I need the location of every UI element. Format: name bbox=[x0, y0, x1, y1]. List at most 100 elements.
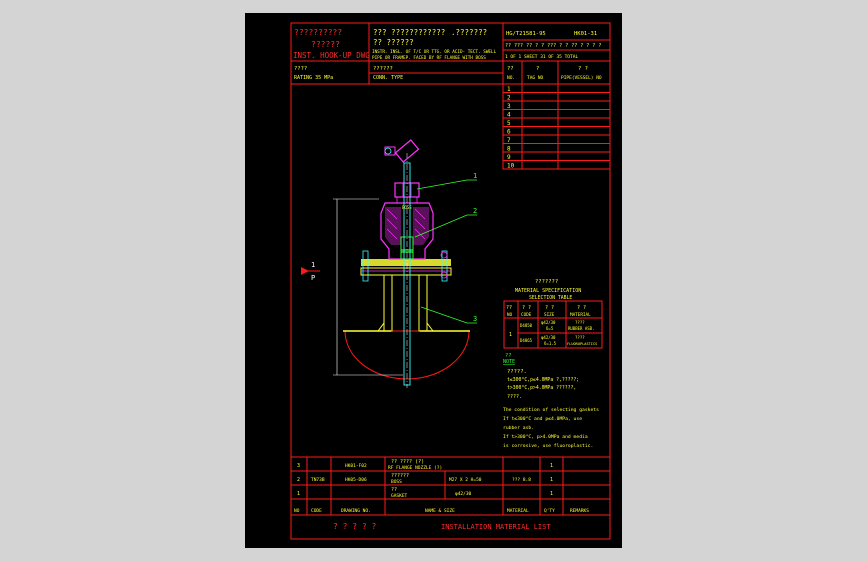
flange-upper bbox=[361, 259, 451, 266]
tag-row-number: 4 bbox=[507, 112, 511, 119]
note-head: NOTE bbox=[503, 359, 515, 365]
spec-r2-size: φ42/30 bbox=[541, 335, 556, 340]
std-no: HG/T21581-95 bbox=[506, 31, 546, 37]
leader-1 bbox=[416, 179, 477, 190]
bom-r1-name: GASKET bbox=[391, 493, 408, 499]
note-q-3: ????. bbox=[507, 394, 522, 400]
tag-row-number: 5 bbox=[507, 120, 511, 127]
note-en-1: If t≤300°C and p≤4.0MPa, use bbox=[503, 416, 582, 422]
spec-r2-size-b: δ=1.5 bbox=[544, 341, 557, 346]
spec-r2-code: D4865 bbox=[520, 338, 533, 343]
desc-q: ??? ???????????? bbox=[373, 28, 445, 37]
bom-r3-no: 3 bbox=[297, 463, 300, 469]
spec-r1-size: φ42/30 bbox=[541, 320, 556, 325]
spec-h-1: CODE bbox=[521, 312, 532, 318]
flange-lower bbox=[360, 267, 452, 276]
bom-r2-no: 2 bbox=[297, 477, 300, 483]
spec-r1-mat-b: RUBBER ASB. bbox=[568, 326, 595, 331]
bom-r2-mat: ??? 8.8 bbox=[512, 477, 531, 483]
bom-r2-code: TN73B bbox=[311, 477, 325, 483]
dwg-no: HK01-31 bbox=[574, 31, 597, 37]
bom-r3-name: RF FLANGE NOZZLE (?) bbox=[388, 465, 442, 471]
tag-row-number: 9 bbox=[507, 154, 511, 161]
tag-row-number: 7 bbox=[507, 137, 511, 144]
spec-h-3: MATERIAL bbox=[570, 312, 591, 318]
bom-table: 3 HK01-F02 ?? ???? (?) RF FLANGE NOZZLE … bbox=[290, 456, 611, 540]
bom-r1-no: 1 bbox=[297, 491, 300, 497]
bom-r3-name-q: ?? ???? (?) bbox=[391, 459, 424, 465]
tag-row-number: 8 bbox=[507, 146, 511, 153]
bom-r2-qty: 1 bbox=[550, 477, 553, 483]
tag-hq-2: ? ? bbox=[578, 66, 588, 72]
desc-line1: INSTR. INSL. OF T/C OR TTG. OR ACID- TEC… bbox=[372, 49, 497, 55]
bom-h-name: NAME & SIZE bbox=[425, 508, 455, 514]
instrument-drawing: BOSS 1 2 3 1 P bbox=[301, 139, 477, 388]
conn-type: CONN. TYPE bbox=[373, 75, 403, 81]
tag-h-0: NO. bbox=[507, 75, 515, 81]
bom-h-remarks: REMARKS bbox=[570, 508, 589, 514]
conn-q: ?????? bbox=[373, 66, 393, 72]
note-en-3: If t>300°C, p>4.0MPa and media bbox=[503, 434, 588, 440]
tag-hq-0: ?? bbox=[507, 66, 514, 72]
drawing-sheet: ?????????? ?????? INST. HOOK-UP DWG ??? … bbox=[245, 13, 622, 548]
leader-3 bbox=[420, 306, 477, 324]
bom-r2-size: M27 X 2 H=50 bbox=[449, 477, 482, 483]
drawing-type: INST. HOOK-UP DWG bbox=[293, 51, 370, 60]
desc-q3: .??????? bbox=[451, 28, 487, 37]
tag-row-number: 2 bbox=[507, 95, 511, 102]
tag-table: ?? ? ? ? NO. TAG NO PIPE(VESSEL) NO 1 23 4… bbox=[502, 60, 611, 170]
bom-r3-qty: 1 bbox=[550, 463, 553, 469]
spec-title-q: ??????? bbox=[535, 279, 558, 285]
tag-row-number: 6 bbox=[507, 129, 511, 136]
bom-r2-name-q: ?????? bbox=[391, 473, 409, 479]
note-q-2: t>300°C,p>4.0MPa ??????, bbox=[507, 385, 576, 391]
bom-h-code: CODE bbox=[311, 508, 322, 514]
sheet-row2: 1 OF 1 SHEET 31 OF 35 TOTAL bbox=[505, 54, 578, 60]
bom-r3-dwg: HK01-F02 bbox=[345, 463, 367, 469]
spec-hq-3: ? ? bbox=[577, 305, 586, 311]
title-q1: ?????????? bbox=[294, 28, 342, 37]
drawing-frame bbox=[290, 22, 611, 540]
bom-r2-name: BOSS bbox=[391, 479, 402, 485]
rating-q: ???? bbox=[294, 66, 307, 72]
title-q2: ?????? bbox=[311, 40, 340, 49]
note-en-4: is corrosive, use fluoroplastic. bbox=[503, 443, 593, 449]
spec-title-2: SELECTION TABLE bbox=[529, 295, 572, 301]
spec-row-no: 1 bbox=[509, 332, 512, 338]
bom-h-qty: Q'TY bbox=[544, 508, 555, 514]
spec-r1-code: D4850 bbox=[520, 323, 533, 328]
spec-r1-mat: ???? bbox=[575, 320, 585, 325]
note-q-1: t≤300°C,p≤4.0MPa ?,?????; bbox=[507, 377, 579, 383]
nozzle-left bbox=[383, 274, 393, 332]
bom-r1-qty: 1 bbox=[550, 491, 553, 497]
cad-drawing: ?????????? ?????? INST. HOOK-UP DWG ??? … bbox=[290, 22, 611, 540]
note-en-0: The condition of selecting gaskets bbox=[503, 407, 599, 413]
tag-h-1: TAG NO bbox=[527, 75, 544, 81]
spec-hq-0: ?? bbox=[506, 305, 512, 311]
tag-h-2: PIPE(VESSEL) NO bbox=[561, 75, 602, 81]
desc-q2: ?? ?????? bbox=[373, 38, 414, 47]
callout-2: 2 bbox=[473, 207, 477, 215]
sheet-row1: ?? ??? ?? ? ? ??? ? ? ?? ? ? ? ? bbox=[505, 43, 601, 49]
tag-row-number: 3 bbox=[507, 103, 511, 110]
tag-row-number: 10 bbox=[507, 163, 515, 170]
bom-footer: INSTALLATION MATERIAL LIST bbox=[441, 523, 551, 531]
spec-hq-2: ? ? bbox=[545, 305, 554, 311]
spec-r2-mat-b: FLUOROPLASTICS bbox=[567, 342, 597, 346]
bom-h-dwg: DRAWING NO. bbox=[341, 508, 371, 514]
spec-hq-1: ? ? bbox=[522, 305, 531, 311]
note-en-2: rubber asb. bbox=[503, 425, 534, 431]
spec-r1-size-b: δ=5 bbox=[546, 326, 554, 331]
nozzle-right bbox=[418, 274, 428, 332]
tag-hq-1: ? bbox=[536, 66, 539, 72]
title-block: ?????????? ?????? INST. HOOK-UP DWG ??? … bbox=[291, 23, 610, 85]
bom-r1-name-q: ?? bbox=[391, 487, 397, 493]
material-spec-table: ??????? MATERIAL SPECIFICATION SELECTION… bbox=[503, 279, 603, 349]
terminal-head bbox=[394, 139, 420, 163]
tag-row-number: 1 bbox=[507, 86, 511, 93]
notes: ?? NOTE ?????. t≤300°C,p≤4.0MPa ?,?????;… bbox=[503, 353, 599, 449]
bom-r1-size: φ42/30 bbox=[455, 491, 472, 497]
callout-3: 3 bbox=[473, 315, 477, 323]
note-q-0: ?????. bbox=[507, 369, 527, 375]
spec-title-1: MATERIAL SPECIFICATION bbox=[515, 288, 581, 294]
